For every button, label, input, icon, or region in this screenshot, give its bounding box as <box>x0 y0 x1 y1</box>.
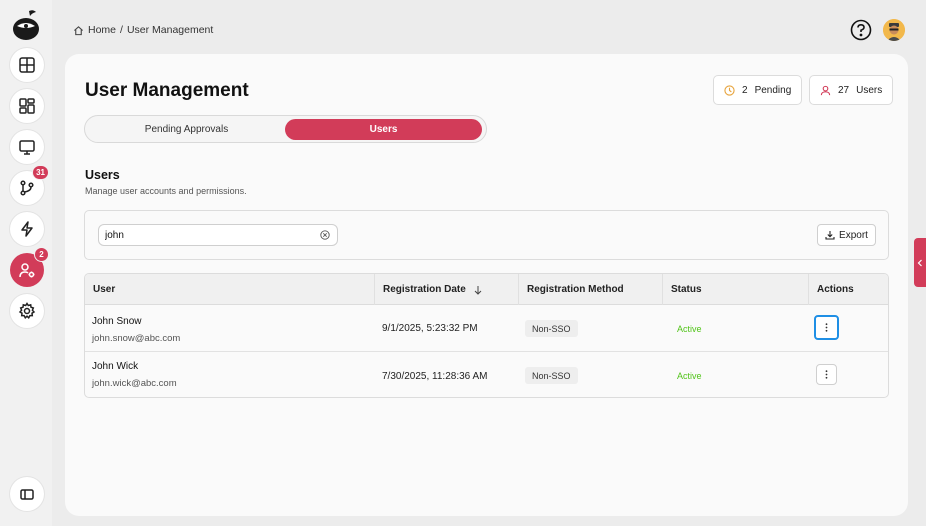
registration-date-label: Registration Date <box>383 284 466 295</box>
avatar[interactable] <box>883 19 905 41</box>
users-count-pill[interactable]: 27 Users <box>809 75 894 105</box>
pending-count: 2 <box>742 84 748 96</box>
export-label: Export <box>839 229 868 241</box>
table-toolbar: Export <box>84 210 889 260</box>
download-icon <box>825 231 835 240</box>
user-settings-icon <box>19 263 35 278</box>
gear-icon <box>18 302 36 320</box>
sidebar-item-settings[interactable] <box>10 294 44 328</box>
monitor-icon <box>19 140 35 155</box>
breadcrumb-separator: / <box>120 24 123 36</box>
breadcrumb: Home / User Management <box>73 24 213 36</box>
users-count: 27 <box>838 84 850 96</box>
pending-count-pill[interactable]: 2 Pending <box>713 75 803 105</box>
user-email: john.snow@abc.com <box>92 333 181 344</box>
sidebar-item-monitor[interactable] <box>10 130 44 164</box>
table-row[interactable]: John Wick john.wick@abc.com 7/30/2025, 1… <box>85 351 888 397</box>
row-actions-button[interactable] <box>814 315 839 340</box>
git-branch-icon <box>20 180 34 196</box>
sidebar-item-apps[interactable] <box>10 89 44 123</box>
clock-icon <box>724 84 735 96</box>
breadcrumb-home-link[interactable]: Home <box>88 24 116 36</box>
table-row[interactable]: John Snow john.snow@abc.com 9/1/2025, 5:… <box>85 305 888 351</box>
export-button[interactable]: Export <box>817 224 876 246</box>
sidebar-item-dashboard[interactable] <box>10 48 44 82</box>
tab-users[interactable]: Users <box>285 119 482 140</box>
user-cell: John Snow john.snow@abc.com <box>92 316 180 344</box>
view-tabs: Pending Approvals Users <box>84 115 487 143</box>
column-header-status[interactable]: Status <box>663 274 809 305</box>
tab-pending-approvals[interactable]: Pending Approvals <box>88 119 285 140</box>
more-vertical-icon <box>825 323 828 332</box>
pending-label: Pending <box>754 84 792 96</box>
git-notification-badge: 31 <box>32 165 49 180</box>
column-header-registration-method[interactable]: Registration Method <box>519 274 663 305</box>
section-title: Users <box>85 168 120 182</box>
row-actions-button[interactable] <box>816 364 837 385</box>
app-logo[interactable] <box>11 9 41 41</box>
search-input[interactable] <box>98 224 338 246</box>
section-subtitle: Manage user accounts and permissions. <box>85 186 247 196</box>
registration-date: 7/30/2025, 11:28:36 AM <box>382 371 488 382</box>
status-badge: Active <box>677 324 702 334</box>
apps-layout-icon <box>19 98 35 114</box>
users-label: Users <box>856 84 883 96</box>
lightning-icon <box>21 221 33 237</box>
sidebar: 31 2 <box>0 0 52 526</box>
side-drawer-toggle[interactable] <box>914 238 926 287</box>
main-content: User Management 2 Pending 27 Users Pendi… <box>65 54 908 516</box>
users-table: User Registration Date Registration Meth… <box>84 273 889 398</box>
sort-descending-icon[interactable] <box>473 285 483 295</box>
sidebar-item-automation[interactable] <box>10 212 44 246</box>
status-badge: Active <box>677 371 702 381</box>
sidebar-item-user-management[interactable]: 2 <box>10 247 49 287</box>
help-icon[interactable] <box>850 19 872 41</box>
user-cell: John Wick john.wick@abc.com <box>92 361 177 389</box>
registration-method-badge: Non-SSO <box>525 367 578 384</box>
user-email: john.wick@abc.com <box>92 378 177 389</box>
user-icon <box>820 85 831 95</box>
table-header: User Registration Date Registration Meth… <box>85 274 888 305</box>
users-notification-badge: 2 <box>34 247 49 262</box>
user-avatar-icon <box>883 19 905 41</box>
registration-method-badge: Non-SSO <box>525 320 578 337</box>
page-title: User Management <box>85 80 249 101</box>
sidebar-panel-icon <box>20 489 34 500</box>
breadcrumb-current: User Management <box>126 24 214 36</box>
clear-search-icon[interactable] <box>320 230 330 240</box>
registration-date: 9/1/2025, 5:23:32 PM <box>382 323 478 334</box>
chevron-left-icon <box>917 259 922 266</box>
home-icon <box>74 25 83 35</box>
column-header-user[interactable]: User <box>85 274 375 305</box>
column-header-registration-date[interactable]: Registration Date <box>375 274 519 305</box>
sidebar-item-git[interactable]: 31 <box>10 165 49 205</box>
column-header-actions: Actions <box>817 284 854 295</box>
dashboard-grid-icon <box>19 57 35 73</box>
sidebar-toggle-button[interactable] <box>10 477 44 511</box>
more-vertical-icon <box>825 370 828 379</box>
user-name: John Wick <box>92 361 139 372</box>
user-name: John Snow <box>92 316 142 327</box>
